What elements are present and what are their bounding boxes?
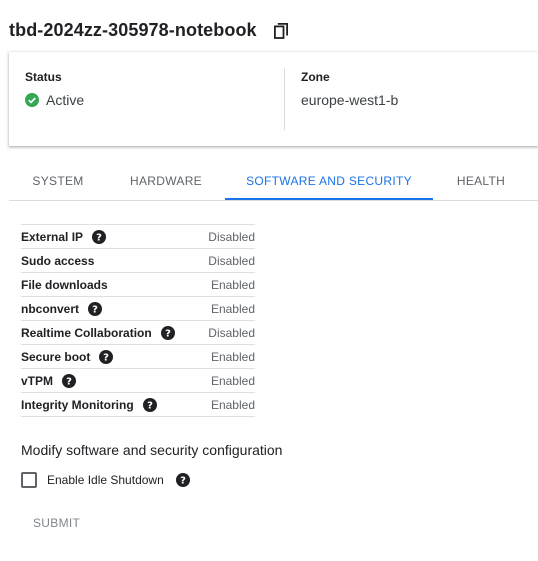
property-label: nbconvert? [21, 301, 103, 316]
help-icon[interactable]: ? [160, 325, 175, 340]
card-divider [284, 68, 285, 130]
help-icon[interactable]: ? [175, 473, 190, 487]
tab-hardware[interactable]: HARDWARE [107, 162, 225, 199]
property-label: Sudo access [21, 254, 94, 268]
property-value: Enabled [210, 397, 255, 412]
copy-icon[interactable] [271, 21, 291, 41]
property-label: File downloads [21, 278, 108, 292]
property-label-text: External IP [21, 229, 84, 244]
property-value: Enabled [210, 301, 255, 316]
svg-text:?: ? [103, 352, 109, 363]
instance-summary-card: Status Active Zone europe-west1-b [9, 52, 538, 146]
property-row: Integrity Monitoring? Enabled [21, 393, 255, 417]
help-icon[interactable]: ? [88, 301, 103, 316]
tab-health[interactable]: HEALTH [433, 162, 529, 199]
tab-bar: SYSTEM HARDWARE SOFTWARE AND SECURITY HE… [9, 162, 538, 201]
property-value: Disabled [208, 325, 255, 340]
property-label-text: Secure boot [21, 349, 91, 364]
help-icon[interactable]: ? [99, 349, 114, 364]
idle-shutdown-label: Enable Idle Shutdown [47, 473, 164, 487]
property-label: Integrity Monitoring? [21, 397, 157, 412]
property-label: Realtime Collaboration? [21, 325, 175, 340]
property-value: Enabled [210, 277, 255, 292]
svg-text:?: ? [96, 232, 102, 243]
svg-text:?: ? [147, 400, 153, 411]
help-icon[interactable]: ? [62, 373, 77, 388]
svg-text:?: ? [180, 476, 186, 487]
page-title: tbd-2024zz-305978-notebook [9, 20, 257, 40]
status-label: Status [25, 70, 62, 84]
help-icon[interactable]: ? [92, 229, 107, 244]
zone-label: Zone [301, 70, 330, 84]
property-label-text: nbconvert [21, 301, 80, 316]
property-row: nbconvert? Enabled [21, 297, 255, 321]
properties-table: External IP? Disabled Sudo access Disabled F… [21, 224, 255, 417]
svg-text:?: ? [66, 376, 72, 387]
status-field: Status Active [25, 70, 84, 108]
property-row: Realtime Collaboration? Disabled [21, 321, 255, 345]
help-icon[interactable]: ? [142, 397, 157, 412]
property-label: vTPM? [21, 373, 77, 388]
property-value: Enabled [210, 349, 255, 364]
status-value: Active [25, 92, 84, 108]
property-value: Enabled [210, 373, 255, 388]
property-row: File downloads Enabled [21, 273, 255, 297]
submit-button[interactable]: SUBMIT [21, 510, 105, 536]
property-row: vTPM? Enabled [21, 369, 255, 393]
zone-field: Zone europe-west1-b [301, 70, 398, 108]
idle-shutdown-row: Enable Idle Shutdown ? [21, 472, 190, 488]
property-row: Sudo access Disabled [21, 249, 255, 273]
property-label-text: File downloads [21, 277, 108, 292]
property-label: Secure boot? [21, 349, 114, 364]
property-row: External IP? Disabled [21, 225, 255, 249]
idle-shutdown-checkbox[interactable] [21, 472, 37, 488]
property-value: Disabled [208, 229, 255, 244]
property-label: External IP? [21, 229, 107, 244]
property-row: Secure boot? Enabled [21, 345, 255, 369]
check-circle-icon [25, 93, 39, 107]
property-label-text: vTPM [21, 373, 54, 388]
status-text: Active [46, 92, 85, 108]
tab-system[interactable]: SYSTEM [9, 162, 107, 199]
property-label-text: Realtime Collaboration [21, 325, 152, 340]
property-label-text: Integrity Monitoring [21, 397, 134, 412]
tab-software-and-security[interactable]: SOFTWARE AND SECURITY [225, 162, 433, 200]
svg-text:?: ? [92, 304, 98, 315]
page-header: tbd-2024zz-305978-notebook [9, 20, 291, 41]
property-label-text: Sudo access [21, 253, 95, 268]
property-value: Disabled [208, 253, 255, 268]
modify-section-title: Modify software and security configurati… [21, 442, 283, 458]
svg-text:?: ? [165, 328, 171, 339]
zone-value: europe-west1-b [301, 92, 399, 108]
